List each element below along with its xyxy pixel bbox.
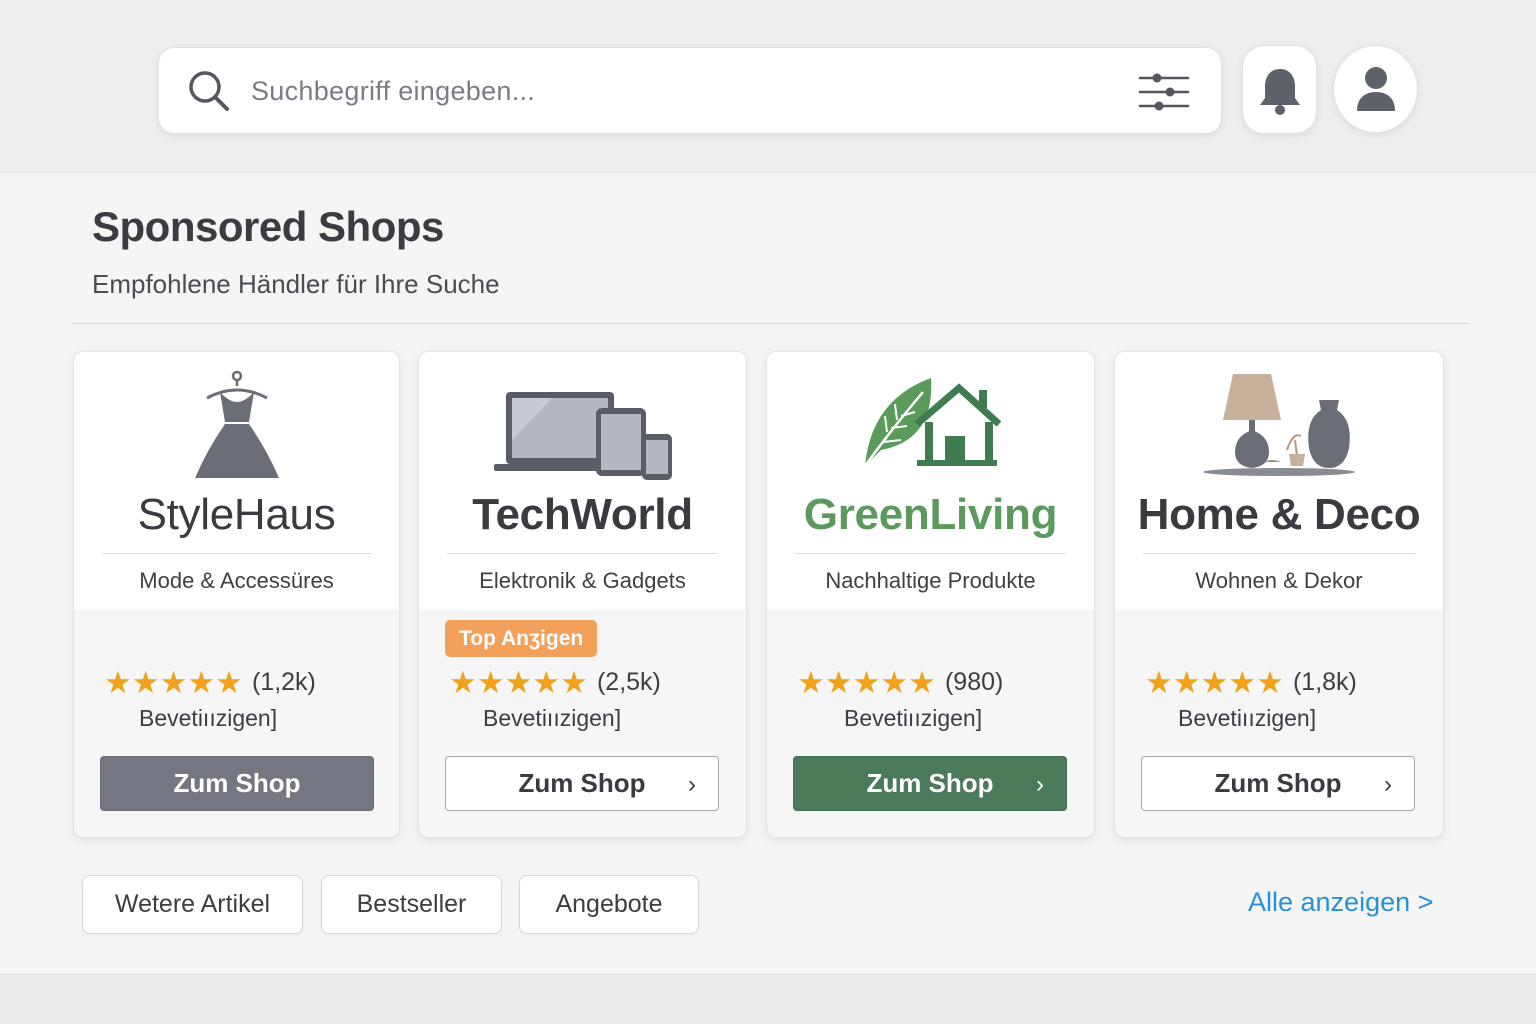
top-ad-badge: Top Anʒigen [445,620,598,657]
shop-category: Mode & Accessüres [139,568,334,593]
shop-rating: ★★★★★ (2,5k) [449,665,661,699]
dress-icon [74,370,399,485]
top-bar: Suchbegriff eingeben... [0,0,1536,172]
shop-card-home-deco[interactable]: Home & Deco Wohnen & Dekor ★★★★★ (1,8k) … [1114,351,1444,838]
rating-stars: ★★★★★ [449,664,588,700]
bell-icon [1259,68,1300,115]
card-divider [795,553,1066,554]
footer-strip [0,976,1536,1024]
rating-label: Bevetiıızigen] [844,705,983,731]
rating-count: (2,5k) [596,667,661,696]
chip-offers[interactable]: Angebote [519,875,699,934]
chevron-right-icon: › [1384,771,1392,798]
section-subtitle: Empfohlene Händler für Ihre Suche [92,269,500,299]
shop-category: Wohnen & Dekor [1195,568,1363,593]
card-divider [447,553,718,554]
user-icon [1356,67,1395,111]
notifications-button[interactable] [1242,45,1317,134]
rating-label: Bevetiıızigen] [139,705,278,731]
devices-icon [419,370,746,485]
shop-card-techworld[interactable]: TechWorld Elektronik & Gadgets Top Anʒig… [418,351,747,838]
card-divider [102,553,371,554]
shop-name: TechWorld [472,490,693,539]
search-icon[interactable] [185,68,233,116]
zum-shop-button[interactable]: Zum Shop [100,756,374,811]
section-divider [72,323,1469,324]
search-bar[interactable]: Suchbegriff eingeben... [158,47,1222,134]
lamp-vase-icon [1115,370,1443,485]
shop-rating: ★★★★★ (1,8k) [1145,665,1357,699]
card-header: StyleHaus Mode & Accessüres [74,352,399,610]
zum-shop-button[interactable]: Zum Shop › [1141,756,1415,811]
shop-name: StyleHaus [137,490,336,539]
card-header: TechWorld Elektronik & Gadgets [419,352,746,610]
card-header: GreenLiving Nachhaltige Produkte [767,352,1094,610]
rating-label: Bevetiıızigen] [483,705,622,731]
rating-label: Bevetiıızigen] [1178,705,1317,731]
shop-rating: ★★★★★ (1,2k) [104,665,316,699]
button-label: Zum Shop [173,768,301,798]
search-input[interactable]: Suchbegriff eingeben... [251,48,535,135]
button-label: Zum Shop [866,768,994,798]
zum-shop-button[interactable]: Zum Shop › [793,756,1067,811]
shop-rating: ★★★★★ (980) [797,665,1003,699]
card-divider [1143,553,1415,554]
zum-shop-button[interactable]: Zum Shop › [445,756,719,811]
rating-count: (1,2k) [251,667,316,696]
shop-card-greenliving[interactable]: GreenLiving Nachhaltige Produkte ★★★★★ (… [766,351,1095,838]
card-header: Home & Deco Wohnen & Dekor [1115,352,1443,610]
sponsored-shops-panel: Sponsored Shops Empfohlene Händler für I… [0,172,1536,975]
button-label: Zum Shop [1214,768,1342,798]
rating-stars: ★★★★★ [797,664,936,700]
chevron-right-icon: › [688,771,696,798]
shop-name: GreenLiving [803,490,1058,539]
chevron-right-icon: › [1036,771,1044,798]
chip-bestseller[interactable]: Bestseller [321,875,502,934]
rating-count: (1,8k) [1292,667,1357,696]
rating-count: (980) [944,667,1004,696]
rating-stars: ★★★★★ [104,664,243,700]
shop-card-stylehaus[interactable]: StyleHaus Mode & Accessüres ★★★★★ (1,2k)… [73,351,400,838]
sliders-icon[interactable] [1137,70,1191,114]
leaf-house-icon [767,370,1094,485]
profile-button[interactable] [1333,45,1418,133]
section-title: Sponsored Shops [92,203,444,250]
rating-stars: ★★★★★ [1145,664,1284,700]
shop-name: Home & Deco [1137,490,1421,539]
show-all-link[interactable]: Alle anzeigen > [1248,887,1433,918]
chip-more-articles[interactable]: Wetere Artikel [82,875,303,934]
shop-category: Elektronik & Gadgets [479,568,686,593]
button-label: Zum Shop [518,768,646,798]
shop-category: Nachhaltige Produkte [825,568,1036,593]
